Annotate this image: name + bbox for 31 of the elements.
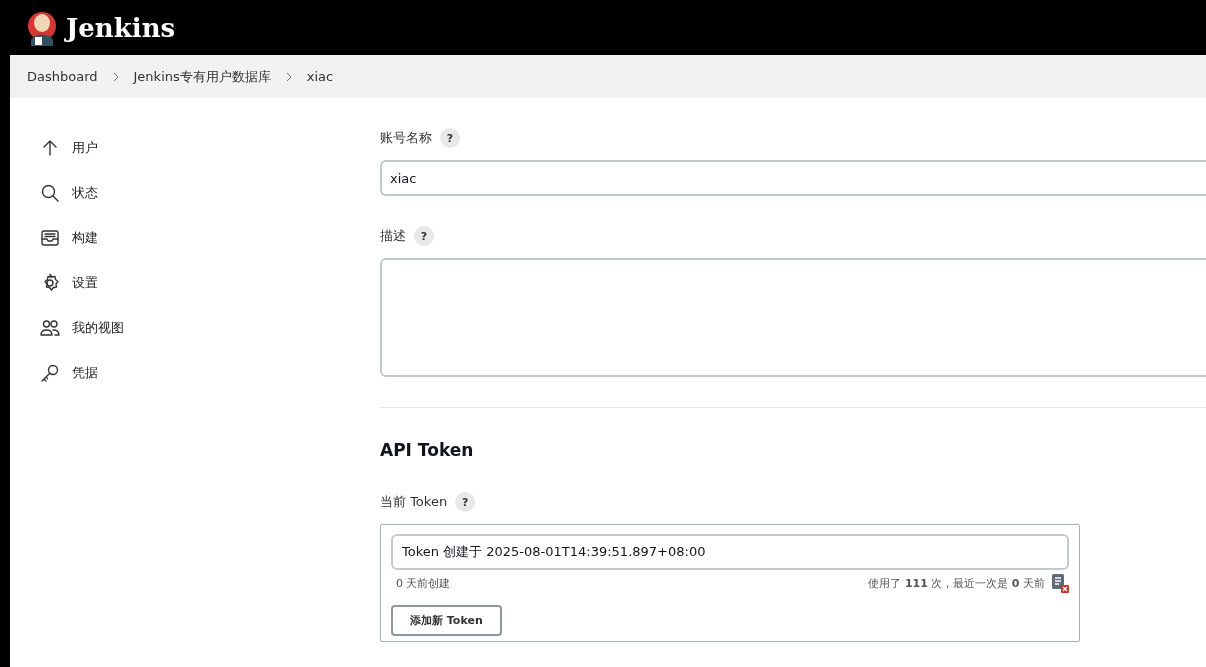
add-token-button[interactable]: 添加新 Token	[391, 605, 502, 636]
help-button[interactable]: ?	[455, 492, 476, 512]
sidebar-item[interactable]: 状态	[10, 177, 380, 209]
input-field[interactable]: xiac	[380, 160, 1206, 196]
help-button[interactable]: ?	[414, 226, 434, 246]
input-field[interactable]: Token 创建于 2025-08-01T14:39:51.897+08:00	[391, 534, 1069, 570]
help-button[interactable]: ?	[440, 128, 460, 148]
chevron-icon	[111, 71, 120, 82]
field-label: 当前 Token	[380, 493, 448, 511]
sidebar-item[interactable]: 用户	[10, 132, 380, 164]
butler-logo-icon	[26, 9, 58, 46]
people-icon	[40, 318, 60, 338]
usage-text: 使用了 111 次，最近一次是 0 天前	[868, 575, 1045, 591]
breadcrumb-link[interactable]: xiac	[306, 69, 334, 84]
search-icon	[40, 183, 60, 203]
section-heading: API Token	[380, 440, 475, 460]
breadcrumb-link[interactable]: Jenkins专有用户数据库	[133, 67, 271, 86]
description-field[interactable]	[380, 258, 1206, 377]
field-label: 账号名称	[380, 129, 432, 147]
sidebar-item[interactable]: 构建	[10, 222, 380, 254]
sidebar-item[interactable]: 我的视图	[10, 312, 380, 344]
chevron-icon	[284, 71, 293, 82]
key-icon	[40, 363, 60, 383]
sidebar-item[interactable]: 凭据	[10, 357, 380, 389]
field-label: 描述	[380, 227, 406, 245]
sidebar-item[interactable]: 设置	[10, 267, 380, 299]
inbox-icon	[40, 228, 60, 248]
revoke-icon[interactable]	[1051, 573, 1069, 593]
created-text: 0 天前创建	[396, 575, 451, 591]
breadcrumb-link[interactable]: Dashboard	[27, 69, 98, 84]
app-title[interactable]: Jenkins	[66, 12, 176, 43]
